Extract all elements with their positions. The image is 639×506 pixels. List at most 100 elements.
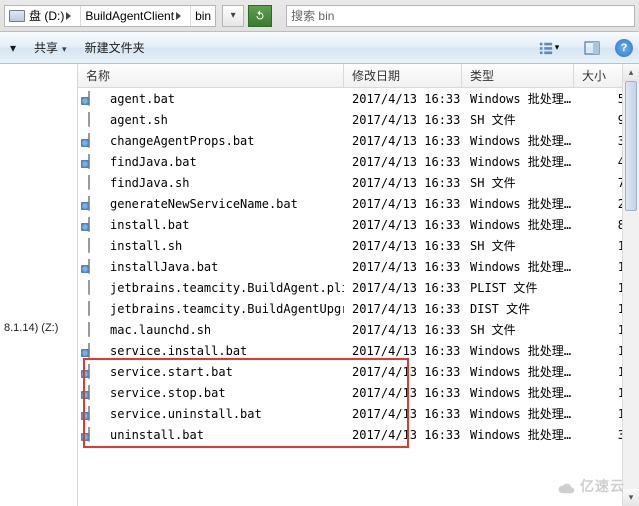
file-icon (88, 280, 90, 295)
bat-file-icon (88, 427, 90, 442)
column-name[interactable]: 名称 (78, 64, 344, 87)
bat-file-icon (88, 217, 90, 232)
file-date: 2017/4/13 16:33 (344, 281, 462, 295)
bat-file-icon (88, 196, 90, 211)
file-date: 2017/4/13 16:33 (344, 239, 462, 253)
file-row[interactable]: generateNewServiceName.bat2017/4/13 16:3… (78, 193, 639, 214)
file-row[interactable]: service.start.bat 2017/4/13 16:33Windows … (78, 361, 639, 382)
file-row[interactable]: service.install.bat2017/4/13 16:33Window… (78, 340, 639, 361)
view-mode-button[interactable]: ▾ (529, 37, 569, 59)
file-row[interactable]: agent.bat2017/4/13 16:33Windows 批处理...5 (78, 88, 639, 109)
file-type: SH 文件 (462, 237, 574, 254)
sidebar-net-loc[interactable]: 8.1.14) (Z:) (4, 320, 73, 336)
breadcrumb-seg-1[interactable]: bin (191, 6, 215, 26)
bat-file-icon (88, 91, 90, 106)
file-row[interactable]: findJava.sh2017/4/13 16:33SH 文件7 (78, 172, 639, 193)
file-name: changeAgentProps.bat (110, 134, 255, 148)
file-date: 2017/4/13 16:33 (344, 197, 462, 211)
command-bar: ▾ 共享 新建文件夹 ▾ ? (0, 32, 639, 64)
column-type[interactable]: 类型 (462, 64, 574, 87)
file-row[interactable]: agent.sh2017/4/13 16:33SH 文件9 (78, 109, 639, 130)
file-type: Windows 批处理... (462, 426, 574, 443)
chevron-down-icon (58, 41, 67, 55)
new-folder-label: 新建文件夹 (85, 39, 145, 56)
refresh-button[interactable] (248, 5, 272, 27)
file-row[interactable]: mac.launchd.sh2017/4/13 16:33SH 文件1 (78, 319, 639, 340)
file-type: Windows 批处理... (462, 153, 574, 170)
search-input[interactable]: 搜索 bin (286, 5, 635, 27)
file-icon (88, 238, 90, 253)
bat-file-icon (88, 406, 90, 421)
file-date: 2017/4/13 16:33 (344, 302, 462, 316)
file-row[interactable]: findJava.bat2017/4/13 16:33Windows 批处理..… (78, 151, 639, 172)
file-date: 2017/4/13 16:33 (344, 92, 462, 106)
file-type: Windows 批处理... (462, 363, 574, 380)
file-row[interactable]: service.uninstall.bat2017/4/13 16:33Wind… (78, 403, 639, 424)
file-type: SH 文件 (462, 174, 574, 191)
file-type: Windows 批处理... (462, 90, 574, 107)
file-name: jetbrains.teamcity.BuildAgentUpgra... (110, 302, 344, 316)
chevron-right-icon (174, 9, 186, 23)
scroll-thumb[interactable] (625, 81, 637, 211)
file-name: agent.bat (110, 92, 175, 106)
vertical-scrollbar[interactable]: ▴ ▾ (622, 64, 639, 506)
file-type: Windows 批处理... (462, 258, 574, 275)
preview-pane-button[interactable] (579, 37, 605, 59)
file-date: 2017/4/13 16:33 (344, 113, 462, 127)
scroll-down-button[interactable]: ▾ (623, 489, 639, 506)
file-type: Windows 批处理... (462, 384, 574, 401)
bat-file-icon (88, 343, 90, 358)
new-folder-button[interactable]: 新建文件夹 (81, 37, 149, 58)
file-row[interactable]: uninstall.bat2017/4/13 16:33Windows 批处理.… (78, 424, 639, 445)
file-type: DIST 文件 (462, 300, 574, 317)
breadcrumb-seg-0[interactable]: BuildAgentClient (81, 6, 191, 26)
file-name: service.start.bat (110, 365, 233, 379)
file-type: Windows 批处理... (462, 405, 574, 422)
bat-file-icon (88, 133, 90, 148)
file-row[interactable]: install.sh2017/4/13 16:33SH 文件1 (78, 235, 639, 256)
breadcrumb-seg-1-label: bin (195, 9, 211, 23)
file-type: Windows 批处理... (462, 195, 574, 212)
file-date: 2017/4/13 16:33 (344, 323, 462, 337)
bat-file-icon (88, 259, 90, 274)
file-icon (88, 322, 90, 337)
share-button[interactable]: 共享 (30, 37, 71, 58)
help-button[interactable]: ? (615, 39, 633, 57)
scroll-up-button[interactable]: ▴ (623, 64, 639, 81)
file-name: agent.sh (110, 113, 168, 127)
file-row[interactable]: installJava.bat 2017/4/13 16:33Windows 批处… (78, 256, 639, 277)
file-icon (88, 301, 90, 316)
chevron-right-icon (64, 9, 76, 23)
file-name: install.sh (110, 239, 182, 253)
share-label: 共享 (34, 39, 58, 56)
file-row[interactable]: install.bat 2017/4/13 16:33Windows 批处理...… (78, 214, 639, 235)
file-type: PLIST 文件 (462, 279, 574, 296)
file-name: install.bat (110, 218, 189, 232)
file-name: service.uninstall.bat (110, 407, 262, 421)
column-date[interactable]: 修改日期 (344, 64, 462, 87)
file-list-pane: 名称 修改日期 类型 大小 agent.bat2017/4/13 16:33Wi… (78, 64, 639, 506)
file-date: 2017/4/13 16:33 (344, 218, 462, 232)
file-type: SH 文件 (462, 111, 574, 128)
file-type: Windows 批处理... (462, 216, 574, 233)
chevron-down-icon: ▾ (555, 42, 560, 53)
file-date: 2017/4/13 16:33 (344, 365, 462, 379)
history-dropdown[interactable] (222, 5, 244, 27)
file-date: 2017/4/13 16:33 (344, 260, 462, 274)
file-rows: agent.bat2017/4/13 16:33Windows 批处理...5a… (78, 88, 639, 506)
breadcrumb-drive[interactable]: 盘 (D:) (5, 6, 81, 26)
file-row[interactable]: jetbrains.teamcity.BuildAgent.plist2017/… (78, 277, 639, 298)
file-name: installJava.bat (110, 260, 218, 274)
file-name: service.stop.bat (110, 386, 226, 400)
file-row[interactable]: changeAgentProps.bat2017/4/13 16:33Windo… (78, 130, 639, 151)
file-date: 2017/4/13 16:33 (344, 155, 462, 169)
bat-file-icon (88, 385, 90, 400)
file-date: 2017/4/13 16:33 (344, 386, 462, 400)
file-row[interactable]: service.stop.bat 2017/4/13 16:33Windows 批… (78, 382, 639, 403)
file-type: Windows 批处理... (462, 342, 574, 359)
organize-button[interactable]: ▾ (6, 39, 20, 57)
breadcrumb-seg-0-label: BuildAgentClient (85, 9, 174, 23)
file-row[interactable]: jetbrains.teamcity.BuildAgentUpgra...201… (78, 298, 639, 319)
column-headers: 名称 修改日期 类型 大小 (78, 64, 639, 88)
file-date: 2017/4/13 16:33 (344, 344, 462, 358)
